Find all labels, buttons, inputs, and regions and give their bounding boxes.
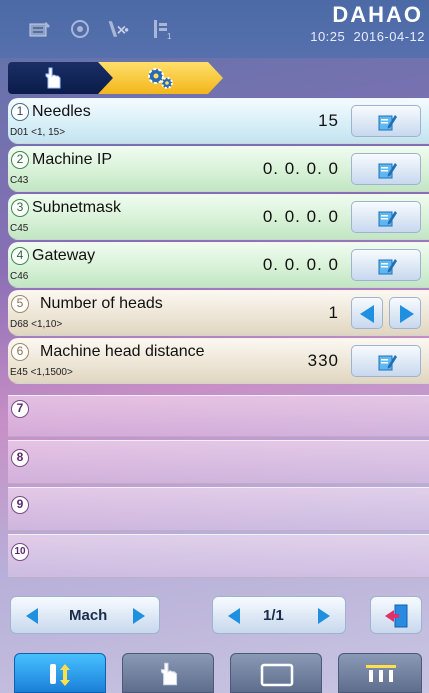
param-value: 330 — [307, 351, 339, 370]
param-row-empty[interactable]: 8 — [8, 440, 429, 484]
row-number: 3 — [11, 199, 29, 217]
pagination-bar: Mach 1/1 — [0, 593, 429, 643]
card-reader-icon — [29, 22, 50, 37]
param-row-empty[interactable]: 9 — [8, 487, 429, 531]
param-label: Subnetmask — [32, 199, 121, 216]
category-label: Mach — [69, 607, 108, 624]
spool-icon — [71, 20, 89, 38]
param-row-empty[interactable]: 7 — [8, 395, 429, 437]
gears-icon — [148, 68, 173, 89]
nav-needle-bar[interactable] — [338, 653, 422, 693]
param-code: C46 — [10, 271, 29, 282]
edit-icon — [378, 259, 397, 275]
bottom-nav — [0, 647, 429, 693]
nav-frame[interactable] — [230, 653, 322, 693]
row-number: 6 — [11, 343, 29, 361]
needle-updown-icon — [50, 664, 70, 686]
param-row-needles: 1 Needles D01 <1, 15> 15 — [8, 98, 429, 144]
edit-icon — [378, 115, 397, 131]
param-code: C45 — [10, 223, 29, 234]
nav-manual[interactable] — [122, 653, 214, 693]
hand-pointer-icon — [160, 662, 178, 686]
param-label: Number of heads — [40, 295, 163, 312]
tab-settings[interactable] — [98, 62, 223, 94]
category-prev-icon[interactable] — [19, 602, 45, 630]
exit-door-icon — [385, 604, 408, 628]
edit-button[interactable] — [351, 201, 421, 233]
head-count-icon: 1 — [154, 20, 172, 40]
param-value: 0. 0. 0. 0 — [262, 159, 339, 178]
brand-logo: DAHAO — [332, 2, 423, 27]
param-value: 0. 0. 0. 0 — [262, 207, 339, 226]
nav-needle-color[interactable] — [14, 653, 106, 693]
clock-date: 2016-04-12 — [353, 29, 425, 44]
row-number: 1 — [11, 103, 29, 121]
param-code: D68 <1,10> — [10, 319, 63, 330]
edit-button[interactable] — [351, 345, 421, 377]
edit-button[interactable] — [351, 153, 421, 185]
param-row-empty[interactable]: 10 — [8, 534, 429, 578]
category-next-icon[interactable] — [126, 602, 152, 630]
edit-button[interactable] — [351, 249, 421, 281]
param-row-machine-ip: 2 Machine IP C43 0. 0. 0. 0 — [8, 146, 429, 192]
category-selector: Mach — [10, 596, 160, 634]
needle-cut-icon — [108, 21, 129, 37]
tab-manual[interactable] — [8, 62, 113, 94]
param-code: E45 <1,1500> — [10, 367, 73, 378]
clock-time: 10:25 — [310, 29, 346, 44]
decrement-button[interactable] — [351, 297, 383, 329]
param-code: D01 <1, 15> — [10, 127, 66, 138]
page-indicator: 1/1 — [263, 607, 284, 624]
row-number: 9 — [11, 496, 29, 514]
param-value: 15 — [318, 111, 339, 130]
tab-bar — [0, 62, 429, 94]
row-number: 5 — [11, 295, 29, 313]
param-label: Machine head distance — [40, 343, 205, 360]
page-prev-icon[interactable] — [221, 602, 247, 630]
row-number: 4 — [11, 247, 29, 265]
param-row-gateway: 4 Gateway C46 0. 0. 0. 0 — [8, 242, 429, 288]
param-label: Machine IP — [32, 151, 113, 168]
row-number: 7 — [11, 400, 29, 418]
page-next-icon[interactable] — [311, 602, 337, 630]
edit-icon — [378, 211, 397, 227]
increment-button[interactable] — [389, 297, 421, 329]
page-selector: 1/1 — [212, 596, 346, 634]
row-number: 2 — [11, 151, 29, 169]
hand-pointer-icon — [45, 67, 61, 89]
row-number: 10 — [11, 543, 29, 561]
param-value: 1 — [328, 303, 339, 322]
param-row-subnetmask: 3 Subnetmask C45 0. 0. 0. 0 — [8, 194, 429, 240]
param-label: Gateway — [32, 247, 96, 264]
param-code: C43 — [10, 175, 29, 186]
datetime: 10:25 2016-04-12 — [310, 29, 425, 44]
edit-icon — [378, 355, 397, 371]
param-row-machine-head-distance: 6 Machine head distance E45 <1,1500> 330 — [8, 338, 429, 384]
frame-rect-icon — [260, 663, 294, 687]
needle-bar-icon — [366, 665, 396, 682]
exit-button[interactable] — [370, 596, 422, 634]
param-label: Needles — [32, 103, 91, 120]
param-value: 0. 0. 0. 0 — [262, 255, 339, 274]
status-bar: 1 DAHAO 10:25 2016-04-12 — [0, 0, 429, 58]
edit-button[interactable] — [351, 105, 421, 137]
right-arrow-icon — [400, 305, 414, 323]
edit-icon — [378, 163, 397, 179]
left-arrow-icon — [360, 305, 374, 323]
param-row-number-of-heads: 5 Number of heads D68 <1,10> 1 — [8, 290, 429, 336]
svg-text:1: 1 — [167, 32, 172, 40]
row-number: 8 — [11, 449, 29, 467]
